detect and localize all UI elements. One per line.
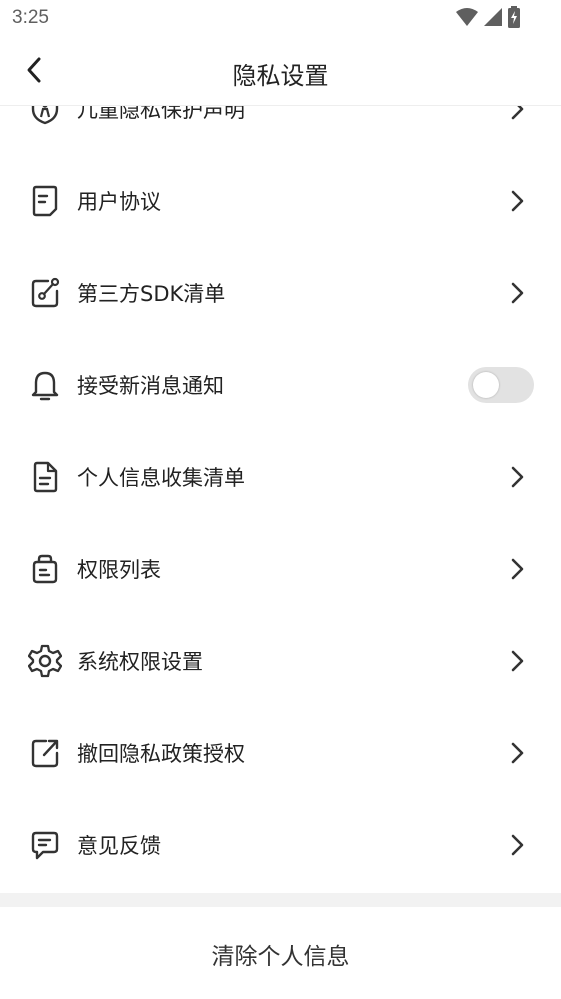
notification-toggle[interactable] xyxy=(468,367,534,403)
clear-personal-info-label: 清除个人信息 xyxy=(211,944,350,970)
edit-link-icon xyxy=(28,276,62,310)
file-list-icon xyxy=(28,460,62,494)
list-item-label: 意见反馈 xyxy=(77,834,161,858)
list-item-feedback[interactable]: 意见反馈 xyxy=(0,799,561,891)
chevron-right-icon xyxy=(507,188,527,214)
clear-personal-info-button[interactable]: 清除个人信息 xyxy=(0,907,561,999)
list-item-label: 权限列表 xyxy=(77,558,161,582)
feedback-icon xyxy=(28,828,62,862)
list-item-third-party-sdk[interactable]: 第三方SDK清单 xyxy=(0,247,561,339)
chevron-right-icon xyxy=(507,740,527,766)
wifi-icon xyxy=(455,7,479,31)
section-divider xyxy=(0,893,561,907)
bag-icon xyxy=(28,552,62,586)
list-item-label: 用户协议 xyxy=(77,190,161,214)
status-bar: 3:25 xyxy=(0,0,561,38)
cellular-signal-icon xyxy=(483,7,503,31)
status-icons xyxy=(455,6,521,32)
document-icon xyxy=(28,184,62,218)
battery-charging-icon xyxy=(507,6,521,32)
status-time: 3:25 xyxy=(12,7,49,28)
list-item-system-permission-settings[interactable]: 系统权限设置 xyxy=(0,615,561,707)
chevron-right-icon xyxy=(507,280,527,306)
list-item-label: 儿童隐私保护声明 xyxy=(77,106,245,122)
list-item-personal-info-list[interactable]: 个人信息收集清单 xyxy=(0,431,561,523)
list-item-user-agreement[interactable]: 用户协议 xyxy=(0,155,561,247)
page-title: 隐私设置 xyxy=(232,62,329,90)
chevron-right-icon xyxy=(507,648,527,674)
bell-icon xyxy=(28,368,62,402)
shield-child-icon xyxy=(28,106,62,126)
list-item-children-privacy[interactable]: 儿童隐私保护声明 xyxy=(0,106,561,155)
toggle-knob xyxy=(473,372,499,398)
settings-list: 儿童隐私保护声明 用户协议 第三方SDK清单 接受新消息通知 个人信息收集清单 … xyxy=(0,106,561,893)
list-item-new-message-notification: 接受新消息通知 xyxy=(0,339,561,431)
list-item-label: 个人信息收集清单 xyxy=(77,466,245,490)
gear-icon xyxy=(27,644,63,678)
list-item-label: 接受新消息通知 xyxy=(77,374,224,398)
chevron-right-icon xyxy=(507,464,527,490)
list-item-label: 第三方SDK清单 xyxy=(77,282,226,306)
chevron-right-icon xyxy=(507,832,527,858)
chevron-right-icon xyxy=(507,556,527,582)
list-item-permission-list[interactable]: 权限列表 xyxy=(0,523,561,615)
title-bar: 隐私设置 xyxy=(0,38,561,106)
list-item-label: 撤回隐私政策授权 xyxy=(77,742,245,766)
privacy-settings-screen: 3:25 隐私设置 儿童隐私保护声明 用户协议 第三方SDK清单 接受新消息通知… xyxy=(0,0,561,999)
list-item-revoke-privacy-policy[interactable]: 撤回隐私政策授权 xyxy=(0,707,561,799)
revoke-share-icon xyxy=(28,736,62,770)
chevron-right-icon xyxy=(507,106,527,122)
list-item-label: 系统权限设置 xyxy=(77,650,203,674)
